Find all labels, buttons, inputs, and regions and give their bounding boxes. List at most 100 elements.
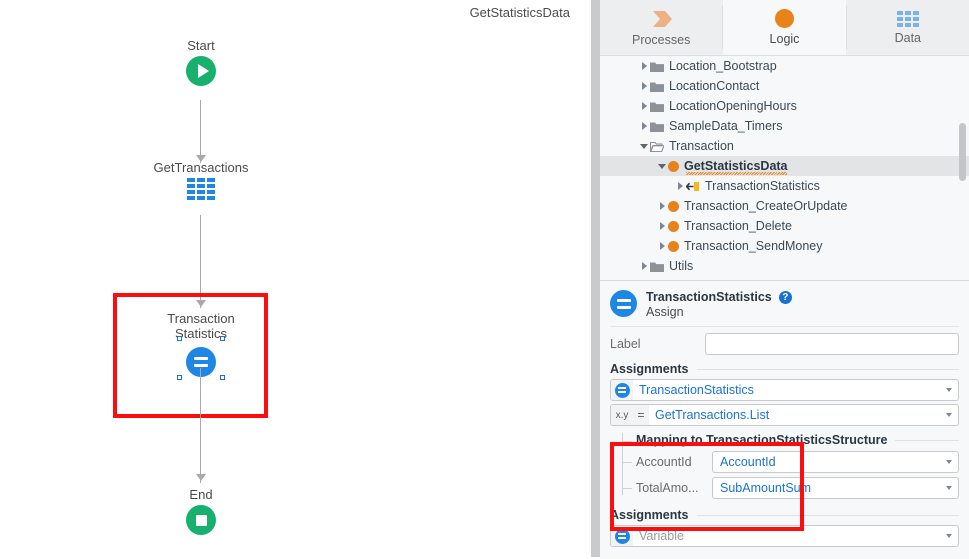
folder-open-icon <box>650 141 664 152</box>
label-input[interactable] <box>705 333 959 355</box>
expander-icon[interactable] <box>638 82 650 90</box>
folder-icon <box>650 121 664 132</box>
assignments-section-header-1: Assignments <box>600 355 969 379</box>
tab-logic[interactable]: Logic <box>723 0 846 55</box>
expander-icon[interactable] <box>638 62 650 70</box>
properties-subtitle: Assign <box>646 305 684 319</box>
flow-arrowhead <box>196 474 206 481</box>
action-dot-icon <box>668 220 679 232</box>
tree-item-transaction-createorupdate[interactable]: Transaction_CreateOrUpdate <box>600 196 969 216</box>
tree-item-label: GetStatisticsData <box>684 159 788 173</box>
tree-item-label: Utils <box>669 259 694 273</box>
action-dot-icon <box>668 160 679 172</box>
action-dot-icon <box>668 200 679 212</box>
tree-item-transactionstatistics[interactable]: TransactionStatistics <box>600 176 969 196</box>
tree-item-label: Transaction_SendMoney <box>684 239 823 253</box>
expander-icon[interactable] <box>638 122 650 130</box>
expander-icon[interactable] <box>656 242 668 250</box>
selection-handle-bl[interactable] <box>177 375 182 380</box>
flow-title: GetStatisticsData <box>469 5 570 20</box>
flow-connector <box>200 100 201 163</box>
expander-icon[interactable] <box>638 262 650 270</box>
assignment-operator: = <box>633 405 649 425</box>
properties-header: TransactionStatistics ? Assign <box>600 281 969 326</box>
tab-label: Logic <box>769 32 800 46</box>
tree-item-label: Location_Bootstrap <box>669 59 777 73</box>
tab-processes[interactable]: Processes <box>600 0 722 55</box>
panel-tabbar: Processes Logic Data <box>600 0 969 56</box>
flow-connector <box>200 368 201 483</box>
logic-circle-icon <box>774 9 794 28</box>
assignment-row-target[interactable]: TransactionStatistics <box>610 379 959 401</box>
flow-canvas[interactable]: GetStatisticsData Start GetTransactions … <box>0 0 588 557</box>
tree-item-locationopeninghours[interactable]: LocationOpeningHours <box>600 96 969 116</box>
assignment-row-source[interactable]: x.y = GetTransactions.List <box>610 404 959 426</box>
tab-label: Processes <box>631 32 691 47</box>
aggregate-grid-icon[interactable] <box>187 178 215 200</box>
tree-item-getstatisticsdata[interactable]: GetStatisticsData <box>600 156 969 176</box>
xy-variable-icon: x.y <box>611 405 633 425</box>
selection-handle-tr[interactable] <box>220 336 225 341</box>
chevron-down-icon[interactable] <box>940 413 958 417</box>
process-chevron-icon <box>651 9 673 29</box>
tab-label: Data <box>894 30 922 45</box>
input-parameter-icon <box>685 181 700 192</box>
tree-item-label: Transaction_Delete <box>684 219 792 233</box>
assignment-value[interactable]: GetTransactions.List <box>649 408 940 422</box>
flow-node-gettransactions[interactable]: GetTransactions <box>121 160 281 200</box>
assignment-placeholder[interactable]: Variable <box>633 529 940 543</box>
stop-circle-icon[interactable] <box>186 505 216 535</box>
help-icon[interactable]: ? <box>778 290 792 304</box>
tree-item-label: TransactionStatistics <box>705 179 820 193</box>
folder-icon <box>650 61 664 72</box>
logic-tree[interactable]: Location_Bootstrap LocationContact Locat… <box>600 56 969 281</box>
folder-icon <box>650 261 664 272</box>
expander-icon[interactable] <box>656 222 668 230</box>
section-title: Assignments <box>610 362 689 376</box>
right-panel: Processes Logic Data Location_Bootstrap … <box>600 0 969 559</box>
tree-item-transaction-sendmoney[interactable]: Transaction_SendMoney <box>600 236 969 256</box>
tree-item-label: Transaction <box>669 139 734 153</box>
tree-item-transaction-delete[interactable]: Transaction_Delete <box>600 216 969 236</box>
label-field-label: Label <box>610 337 641 351</box>
tree-item-label: LocationOpeningHours <box>669 99 797 113</box>
chevron-down-icon[interactable] <box>940 388 958 392</box>
expander-icon[interactable] <box>638 102 650 110</box>
tree-scrollbar-thumb[interactable] <box>959 123 966 181</box>
data-grid-icon <box>896 10 919 27</box>
expander-icon[interactable] <box>656 163 668 169</box>
highlight-box-mapping <box>610 442 804 531</box>
tree-item-label: Transaction_CreateOrUpdate <box>684 199 848 213</box>
expander-icon[interactable] <box>656 202 668 210</box>
tree-item-sampledata-timers[interactable]: SampleData_Timers <box>600 116 969 136</box>
expander-icon[interactable] <box>674 182 686 190</box>
chevron-down-icon[interactable] <box>940 460 958 464</box>
flow-node-start[interactable]: Start <box>121 38 281 86</box>
assign-circle-icon <box>610 290 637 317</box>
tree-item-label: LocationContact <box>669 79 760 93</box>
tree-item-location-bootstrap[interactable]: Location_Bootstrap <box>600 56 969 76</box>
section-rule <box>696 368 959 370</box>
tree-item-utils[interactable]: Utils <box>600 256 969 276</box>
tree-item-transaction[interactable]: Transaction <box>600 136 969 156</box>
chevron-down-icon[interactable] <box>940 486 958 490</box>
folder-icon <box>650 81 664 92</box>
tree-item-locationcontact[interactable]: LocationContact <box>600 76 969 96</box>
action-dot-icon <box>668 240 679 252</box>
flow-node-end[interactable]: End <box>121 487 281 535</box>
section-rule <box>895 439 959 441</box>
tree-item-label: SampleData_Timers <box>669 119 783 133</box>
panel-divider[interactable] <box>588 0 600 557</box>
expander-icon[interactable] <box>638 143 650 149</box>
assignment-value[interactable]: TransactionStatistics <box>633 383 940 397</box>
tab-data[interactable]: Data <box>847 0 969 55</box>
label-field-row: Label <box>600 327 969 355</box>
chevron-down-icon[interactable] <box>940 534 958 538</box>
flow-node-label: End <box>189 487 213 502</box>
selection-handle-tl[interactable] <box>177 336 182 341</box>
flow-node-label: GetTransactions <box>153 160 249 175</box>
play-circle-icon[interactable] <box>186 56 216 86</box>
selection-handle-br[interactable] <box>220 375 225 380</box>
assign-circle-icon <box>611 380 633 400</box>
selection-handles[interactable] <box>177 336 225 380</box>
